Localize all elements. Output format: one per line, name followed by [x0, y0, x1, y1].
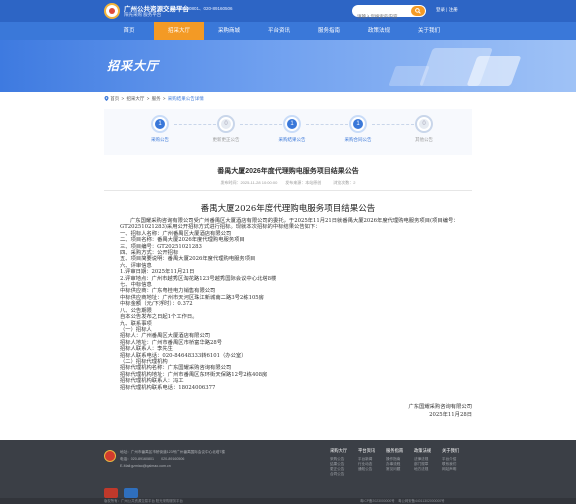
step-label: 其他公告: [415, 137, 433, 142]
announcement-steps: 1 采购公告 0 更新更正公告 1 采购结果公告 1 采购合同公告 0 其他公告: [104, 109, 472, 155]
banner-title: 招采大厅: [107, 59, 160, 73]
step-label: 更新更正公告: [212, 137, 240, 142]
step-circle: 0: [415, 115, 433, 133]
nav-item-about[interactable]: 关于我们: [404, 22, 454, 40]
footer-column: 关于我们 平台介绍 联系我们 网站声明: [442, 448, 470, 477]
police-badge-icon[interactable]: [124, 488, 138, 498]
breadcrumb-home[interactable]: 首页: [110, 96, 119, 101]
nav-item-news[interactable]: 平台资讯: [254, 22, 304, 40]
step-label: 采购合同公告: [344, 137, 372, 142]
search-input[interactable]: [352, 10, 410, 23]
step-circle: 1: [151, 115, 169, 133]
footer-column-title[interactable]: 服务指南: [386, 448, 414, 454]
footer-address: 地址：广州市番禺区市桥街道123号广州番禺国际会议中心北塔7楼: [120, 450, 226, 454]
nav-item-policy[interactable]: 政策法规: [354, 22, 404, 40]
nav-item-guide[interactable]: 服务指南: [304, 22, 354, 40]
footer-link[interactable]: 常见问题: [386, 467, 414, 472]
site-subtitle: 阳光采购 服务平台: [124, 12, 162, 17]
document-title: 番禺大厦2026年度代理购电服务项目结果公告: [200, 204, 376, 214]
breadcrumb-level1[interactable]: 招采大厅: [126, 96, 144, 101]
step-label: 采购公告: [151, 137, 169, 142]
breadcrumb-sep: >: [121, 96, 125, 101]
footer-columns: 采购大厅 采购公告 结果公告 更正公告 合同公告 平台资讯 平台新闻 行业动态 …: [330, 448, 470, 477]
breadcrumb-sep: >: [162, 96, 166, 101]
search-icon: [415, 8, 421, 14]
register-link[interactable]: 注册: [449, 7, 458, 12]
footer-link[interactable]: 通知公告: [358, 467, 386, 472]
main-nav: 首页 招采大厅 采购商城 平台资讯 服务指南 政策法规 关于我们: [0, 22, 576, 40]
article-meta: 发布时间：2025-11-28 10:00:00 发布来源：本站原创 浏览次数：…: [220, 180, 356, 185]
auth-links: 登录 | 注册: [436, 7, 458, 13]
nav-item-bidding-hall[interactable]: 招采大厅: [154, 22, 204, 40]
footer-copyright: 版权所有：广州公共资源交易平台 阳光采购服务平台: [104, 499, 183, 503]
footer-column: 平台资讯 平台新闻 行业动态 通知公告: [358, 448, 386, 477]
search-button[interactable]: [411, 6, 425, 16]
divider: [104, 190, 472, 191]
breadcrumb-current: 采购结果公告详情: [167, 96, 204, 101]
footer-badges: [104, 488, 144, 498]
footer-column: 服务指南 操作指南 办事流程 常见问题: [386, 448, 414, 477]
footer-column-title[interactable]: 平台资讯: [358, 448, 386, 454]
breadcrumb-sep: >: [146, 96, 150, 101]
nav-item-home[interactable]: 首页: [104, 22, 154, 40]
step-result-notice[interactable]: 1 采购结果公告: [272, 115, 312, 143]
step-correction-notice[interactable]: 0 更新更正公告: [206, 115, 246, 143]
document-body: 广东国耀采购咨询有限公司受广州番禺区大厦酒店有限公司的委托，于2025年11月2…: [120, 218, 460, 391]
step-other-notice[interactable]: 0 其他公告: [404, 115, 444, 143]
footer-link[interactable]: 合同公告: [330, 472, 358, 477]
footer-icp[interactable]: 粤ICP备2023000000号 粤公网安备44011302000000号: [360, 498, 445, 503]
footer: 地址：广州市番禺区市桥街道123号广州番禺国际会议中心北塔7楼 电话：020-8…: [0, 440, 576, 504]
location-icon: [104, 96, 109, 102]
signature-date: 2025年11月28日: [429, 412, 472, 418]
footer-link[interactable]: 网站声明: [442, 467, 470, 472]
step-count: 0: [221, 119, 231, 129]
step-contract-notice[interactable]: 1 采购合同公告: [338, 115, 378, 143]
step-label: 采购结果公告: [278, 137, 306, 142]
step-procurement-notice[interactable]: 1 采购公告: [140, 115, 180, 143]
footer-email: E-Mail:gzmiao@qaimao.com.cn: [120, 464, 171, 468]
article-title: 番禺大厦2026年度代理购电服务项目结果公告: [217, 168, 359, 175]
step-count: 1: [353, 119, 363, 129]
step-circle: 1: [283, 115, 301, 133]
step-count: 0: [419, 119, 429, 129]
step-circle: 0: [217, 115, 235, 133]
gov-badge-icon[interactable]: [104, 488, 118, 498]
footer-link[interactable]: 地方法规: [414, 467, 442, 472]
site-logo-icon[interactable]: [104, 3, 120, 19]
step-count: 1: [287, 119, 297, 129]
footer-logo-icon: [104, 450, 116, 462]
footer-column-title[interactable]: 政策法规: [414, 448, 442, 454]
nav-item-mall[interactable]: 采购商城: [204, 22, 254, 40]
step-circle: 1: [349, 115, 367, 133]
footer-bottom-bar: 版权所有：广州公共资源交易平台 阳光采购服务平台 粤ICP备2023000000…: [0, 498, 576, 504]
top-header: 广州公共资源交易平台 阳光采购 服务平台 020-89160801、020-89…: [0, 0, 576, 23]
footer-phone: 电话：020-89160801 020-89160506: [120, 457, 185, 461]
footer-column-title[interactable]: 采购大厅: [330, 448, 358, 454]
breadcrumb: 首页 > 招采大厅 > 服务 > 采购结果公告详情: [104, 96, 205, 102]
banner-decoration: [466, 56, 522, 86]
step-count: 1: [155, 119, 165, 129]
footer-column: 政策法规 法律法规 部门规章 地方法规: [414, 448, 442, 477]
body-line: 招标代理机构联系电话：18024006377: [120, 384, 216, 391]
login-link[interactable]: 登录: [436, 7, 445, 12]
footer-column-title[interactable]: 关于我们: [442, 448, 470, 454]
footer-column: 采购大厅 采购公告 结果公告 更正公告 合同公告: [330, 448, 358, 477]
auth-separator: |: [446, 7, 448, 12]
search-box: [352, 5, 426, 23]
intro-paragraph: 广东国耀采购咨询有限公司受广州番禺区大厦酒店有限公司的委托，于2025年11月2…: [120, 218, 459, 231]
signature-org: 广东国耀采购咨询有限公司: [408, 404, 472, 410]
breadcrumb-level2[interactable]: 服务: [152, 96, 161, 101]
hotline-phones: 020-89160801、020-89160506: [170, 6, 233, 11]
page-banner: 招采大厅: [0, 40, 576, 92]
